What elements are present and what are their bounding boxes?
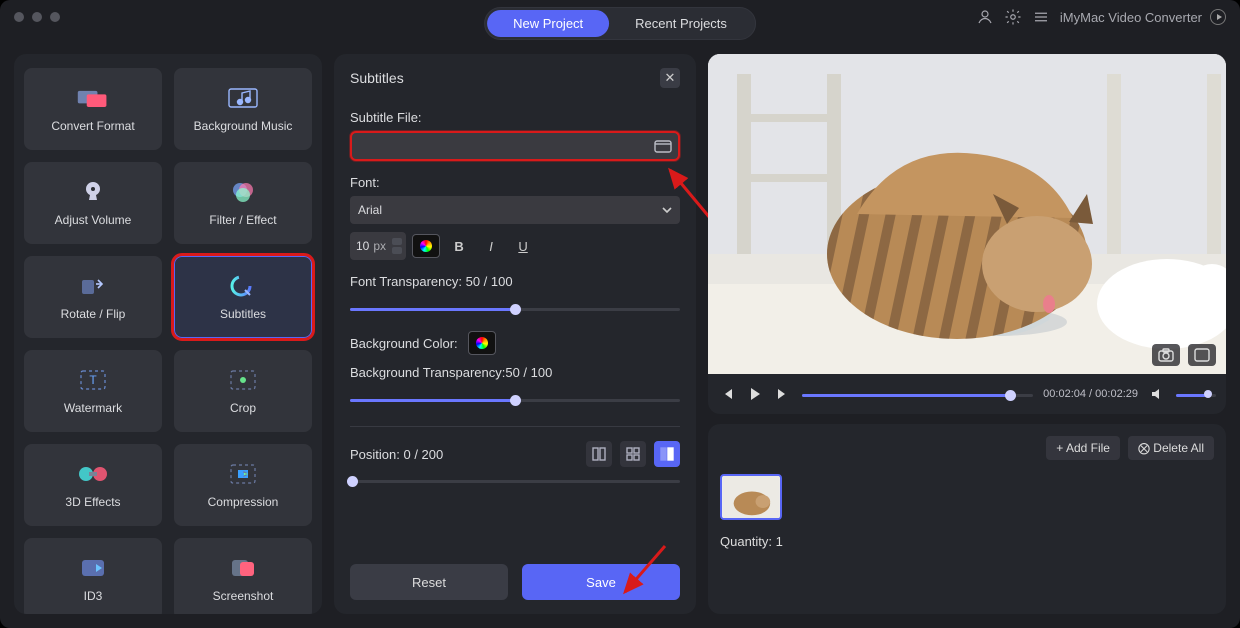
fullscreen-icon[interactable] xyxy=(1188,344,1216,366)
gear-icon[interactable] xyxy=(1004,8,1022,26)
watermark-icon: T xyxy=(76,367,110,393)
subtitle-file-input[interactable] xyxy=(352,139,648,153)
app-name: iMyMac Video Converter xyxy=(1060,9,1226,25)
progress-bar[interactable] xyxy=(802,387,1033,401)
font-color-swatch[interactable] xyxy=(412,234,440,258)
position-slider[interactable] xyxy=(350,473,680,489)
tile-adjust-volume[interactable]: Adjust Volume xyxy=(24,162,162,244)
player-controls: 00:02:04 / 00:02:29 xyxy=(708,374,1226,414)
tile-label: Rotate / Flip xyxy=(61,307,126,321)
menu-icon[interactable] xyxy=(1032,8,1050,26)
tile-rotate-flip[interactable]: Rotate / Flip xyxy=(24,256,162,338)
position-left-button[interactable] xyxy=(586,441,612,467)
tile-label: Adjust Volume xyxy=(55,213,132,227)
rotate-icon xyxy=(76,273,110,299)
project-tabs: New Project Recent Projects xyxy=(484,7,756,40)
position-label: Position: 0 / 200 xyxy=(350,447,443,462)
tab-new-project[interactable]: New Project xyxy=(487,10,609,37)
tool-sidebar: Convert Format Background Music Adjust V… xyxy=(14,54,322,614)
italic-button[interactable]: I xyxy=(478,234,504,258)
screenshot-icon xyxy=(226,555,260,581)
bg-transparency-slider[interactable] xyxy=(350,392,680,408)
file-thumbnail[interactable] xyxy=(720,474,782,520)
font-value: Arial xyxy=(358,203,382,217)
tile-label: Compression xyxy=(208,495,279,509)
position-center-button[interactable] xyxy=(620,441,646,467)
quantity-label: Quantity: 1 xyxy=(720,534,1214,549)
close-panel-button[interactable]: ✕ xyxy=(660,68,680,88)
tile-subtitles[interactable]: Subtitles xyxy=(174,256,312,338)
id3-icon xyxy=(76,555,110,581)
tile-background-music[interactable]: Background Music xyxy=(174,68,312,150)
add-file-button[interactable]: + Add File xyxy=(1046,436,1120,460)
svg-text:T: T xyxy=(89,373,97,387)
tile-label: Convert Format xyxy=(51,119,134,133)
tile-label: Background Music xyxy=(194,119,293,133)
video-canvas[interactable] xyxy=(708,54,1226,374)
snapshot-icon[interactable] xyxy=(1152,344,1180,366)
bg-color-swatch[interactable] xyxy=(468,331,496,355)
reset-button[interactable]: Reset xyxy=(350,564,508,600)
tile-label: Filter / Effect xyxy=(209,213,276,227)
browse-file-icon[interactable] xyxy=(648,132,678,160)
traffic-min[interactable] xyxy=(32,12,42,22)
bold-button[interactable]: B xyxy=(446,234,472,258)
font-size-input[interactable]: 10 px xyxy=(350,232,406,260)
filter-icon xyxy=(226,179,260,205)
subtitles-icon xyxy=(226,273,260,299)
volume-icon[interactable] xyxy=(1148,385,1166,403)
font-size-stepper[interactable] xyxy=(392,238,402,254)
tile-label: Screenshot xyxy=(213,589,274,603)
tab-recent-projects[interactable]: Recent Projects xyxy=(609,10,753,37)
color-wheel-icon xyxy=(420,240,432,252)
tile-label: 3D Effects xyxy=(65,495,120,509)
tile-filter-effect[interactable]: Filter / Effect xyxy=(174,162,312,244)
underline-button[interactable]: U xyxy=(510,234,536,258)
tile-compression[interactable]: Compression xyxy=(174,444,312,526)
bg-transparency-label: Background Transparency:50 / 100 xyxy=(350,365,680,380)
font-select[interactable]: Arial xyxy=(350,196,680,224)
position-right-button[interactable] xyxy=(654,441,680,467)
tile-label: Subtitles xyxy=(220,307,266,321)
prev-button[interactable] xyxy=(718,385,736,403)
tile-id3[interactable]: ID3 xyxy=(24,538,162,614)
tile-convert-format[interactable]: Convert Format xyxy=(24,68,162,150)
play-button[interactable] xyxy=(746,385,764,403)
font-transparency-label: Font Transparency: 50 / 100 xyxy=(350,274,680,289)
tile-label: ID3 xyxy=(84,589,103,603)
3d-icon xyxy=(76,461,110,487)
font-transparency-slider[interactable] xyxy=(350,301,680,317)
chevron-down-icon xyxy=(662,207,672,213)
music-icon xyxy=(226,85,260,111)
traffic-max[interactable] xyxy=(50,12,60,22)
save-button[interactable]: Save xyxy=(522,564,680,600)
tile-watermark[interactable]: T Watermark xyxy=(24,350,162,432)
delete-all-button[interactable]: ⨂ Delete All xyxy=(1128,436,1214,460)
convert-format-icon xyxy=(76,85,110,111)
panel-title: Subtitles xyxy=(350,70,404,86)
bgcolor-label: Background Color: xyxy=(350,336,458,351)
traffic-close[interactable] xyxy=(14,12,24,22)
subtitle-file-input-wrap xyxy=(350,131,680,161)
tile-label: Watermark xyxy=(64,401,122,415)
files-area: + Add File ⨂ Delete All Quantity: 1 xyxy=(708,424,1226,614)
file-label: Subtitle File: xyxy=(350,110,680,125)
subtitles-panel: Subtitles ✕ Subtitle File: Font: Arial 1… xyxy=(334,54,696,614)
crop-icon xyxy=(226,367,260,393)
tile-3d-effects[interactable]: 3D Effects xyxy=(24,444,162,526)
compression-icon xyxy=(226,461,260,487)
next-button[interactable] xyxy=(774,385,792,403)
volume-slider[interactable] xyxy=(1176,387,1216,401)
volume-icon xyxy=(76,179,110,205)
color-wheel-icon xyxy=(476,337,488,349)
tile-label: Crop xyxy=(230,401,256,415)
window-traffic-lights xyxy=(14,12,60,22)
user-icon[interactable] xyxy=(976,8,994,26)
play-circle-icon xyxy=(1210,9,1226,25)
video-preview: 00:02:04 / 00:02:29 xyxy=(708,54,1226,414)
font-label: Font: xyxy=(350,175,680,190)
tile-crop[interactable]: Crop xyxy=(174,350,312,432)
tile-screenshot[interactable]: Screenshot xyxy=(174,538,312,614)
timecode: 00:02:04 / 00:02:29 xyxy=(1043,388,1138,400)
